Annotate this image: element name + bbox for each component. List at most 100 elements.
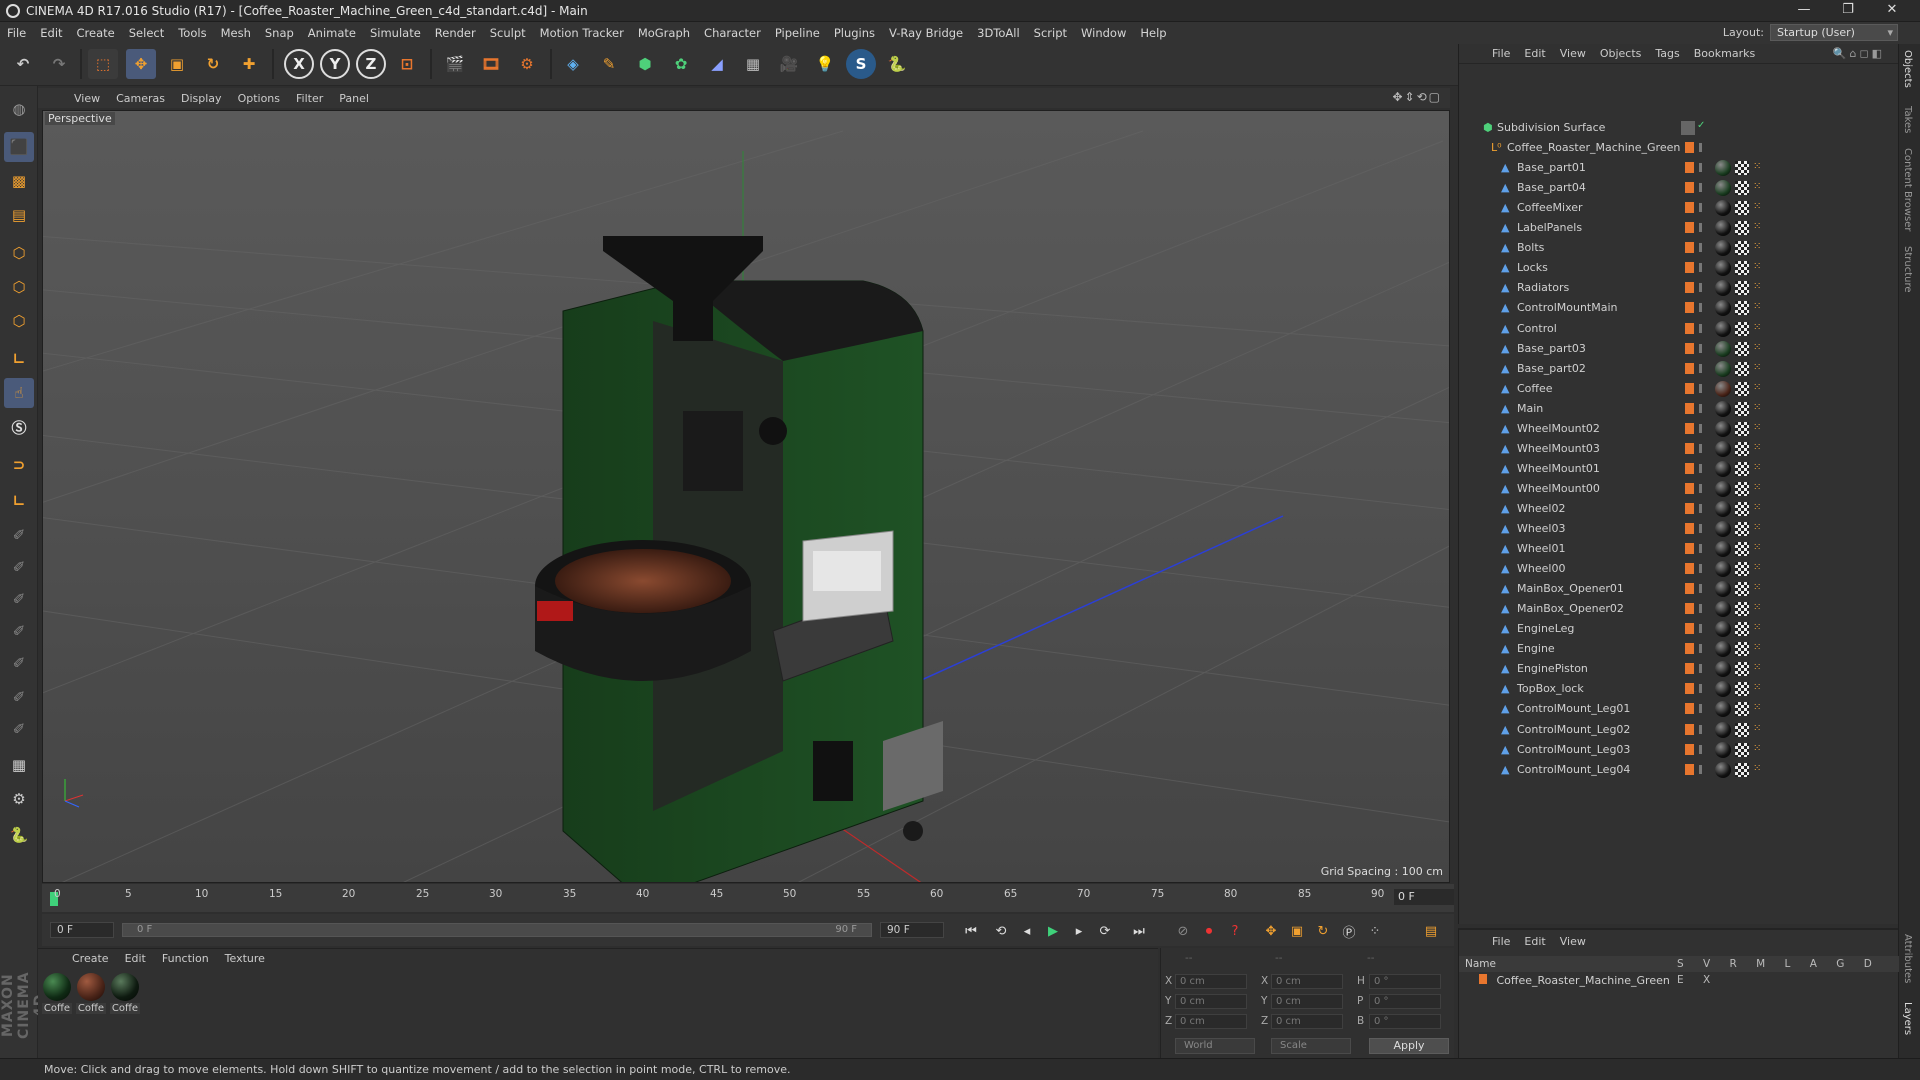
visibility-dots-icon[interactable] xyxy=(1699,263,1702,273)
viewport-menu-panel[interactable]: Panel xyxy=(331,92,377,105)
layer-row[interactable]: Coffee_Roaster_Machine_Green xyxy=(1459,972,1899,990)
material-tag-icon[interactable] xyxy=(1715,360,1731,377)
texture-mode-icon[interactable]: ▩ xyxy=(4,166,34,196)
viewport-menu-view[interactable]: View xyxy=(66,92,108,105)
object-row[interactable]: ▲ ControlMountMain ⁙ xyxy=(1459,298,1897,318)
menu-mesh[interactable]: Mesh xyxy=(214,22,258,44)
menu-3dtoall[interactable]: 3DToAll xyxy=(970,22,1027,44)
render-view-icon[interactable]: 🎬 xyxy=(440,49,470,79)
magnet-icon[interactable]: ⊃ xyxy=(4,450,34,480)
uv-tag-icon[interactable]: ⁙ xyxy=(1753,342,1763,356)
grid-lock-icon[interactable]: ▦ xyxy=(4,750,34,780)
uv-tag-icon[interactable]: ⁙ xyxy=(1753,542,1763,556)
object-row[interactable]: ▲ MainBox_Opener01 ⁙ xyxy=(1459,579,1897,599)
layers-menu-file[interactable]: File xyxy=(1485,935,1517,948)
brush-tool-icon[interactable]: ✐ xyxy=(4,520,34,550)
size-mode-dropdown[interactable]: Scale xyxy=(1271,1038,1351,1054)
menu-animate[interactable]: Animate xyxy=(301,22,363,44)
visibility-dots-icon[interactable] xyxy=(1699,644,1702,654)
object-row[interactable]: ▲ WheelMount03 ⁙ xyxy=(1459,439,1897,459)
menu-pipeline[interactable]: Pipeline xyxy=(768,22,827,44)
menu-character[interactable]: Character xyxy=(697,22,768,44)
floor-icon[interactable]: ▦ xyxy=(738,49,768,79)
object-row[interactable]: ▲ Locks ⁙ xyxy=(1459,258,1897,278)
material-tag-icon[interactable] xyxy=(1715,260,1731,277)
menu-plugins[interactable]: Plugins xyxy=(827,22,882,44)
layer-color-tag[interactable] xyxy=(1685,342,1694,354)
material-swatch[interactable]: Coffe xyxy=(76,973,106,1015)
visibility-dots-icon[interactable] xyxy=(1699,744,1702,754)
layers-menu-view[interactable]: View xyxy=(1553,935,1593,948)
viewport-menu-display[interactable]: Display xyxy=(173,92,230,105)
minimize-icon[interactable]: — xyxy=(1782,0,1826,22)
quantize-icon[interactable]: ⚙ xyxy=(4,784,34,814)
layer-color-tag[interactable] xyxy=(1685,723,1694,735)
material-tag-icon[interactable] xyxy=(1715,460,1731,477)
checker-texture-tag-icon[interactable] xyxy=(1735,481,1749,496)
object-row[interactable]: ▲ Wheel00 ⁙ xyxy=(1459,559,1897,579)
menu-render[interactable]: Render xyxy=(428,22,483,44)
objects-menu-file[interactable]: File xyxy=(1485,47,1517,60)
object-row[interactable]: ▲ WheelMount00 ⁙ xyxy=(1459,479,1897,499)
visibility-dots-icon[interactable] xyxy=(1699,624,1702,634)
layer-color-tag[interactable] xyxy=(1685,282,1694,294)
visibility-dots-icon[interactable] xyxy=(1699,443,1702,453)
material-tag-icon[interactable] xyxy=(1715,180,1731,197)
model-mode-icon[interactable]: ⬛ xyxy=(4,132,34,162)
extrude-tool-icon[interactable]: ✐ xyxy=(4,584,34,614)
layer-color-tag[interactable] xyxy=(1685,222,1694,234)
layer-color-tag[interactable] xyxy=(1685,603,1694,615)
objects-menu-view[interactable]: View xyxy=(1553,47,1593,60)
visibility-dots-icon[interactable] xyxy=(1699,423,1702,433)
layer-color-tag[interactable] xyxy=(1685,322,1694,334)
material-tag-icon[interactable] xyxy=(1715,220,1731,237)
key-pla-icon[interactable]: ⁘ xyxy=(1364,920,1386,942)
material-tag-icon[interactable] xyxy=(1715,200,1731,217)
layer-color-tag[interactable] xyxy=(1685,182,1694,194)
material-tag-icon[interactable] xyxy=(1715,701,1731,718)
object-manager-search-icons[interactable]: 🔍⌂◻◧ xyxy=(1826,47,1892,60)
python-icon[interactable]: 🐍 xyxy=(882,49,912,79)
bevel-tool-icon[interactable]: ✐ xyxy=(4,616,34,646)
object-row[interactable]: ▲ MainBox_Opener02 ⁙ xyxy=(1459,599,1897,619)
uv-tag-icon[interactable]: ⁙ xyxy=(1753,502,1763,516)
visibility-dots-icon[interactable] xyxy=(1699,724,1702,734)
uv-tag-icon[interactable]: ⁙ xyxy=(1753,482,1763,496)
checker-texture-tag-icon[interactable] xyxy=(1735,542,1749,557)
menu-mograph[interactable]: MoGraph xyxy=(631,22,697,44)
visibility-dots-icon[interactable] xyxy=(1699,564,1702,574)
size-x-field[interactable]: 0 cm xyxy=(1271,974,1343,989)
menu-script[interactable]: Script xyxy=(1027,22,1074,44)
key-position-icon[interactable]: ✥ xyxy=(1260,920,1282,942)
layer-color-tag[interactable] xyxy=(1685,482,1694,494)
undo-icon[interactable]: ↶ xyxy=(8,49,38,79)
object-row[interactable]: ▲ EnginePiston ⁙ xyxy=(1459,659,1897,679)
coordinate-mode-dropdown[interactable]: World xyxy=(1175,1038,1255,1054)
checker-texture-tag-icon[interactable] xyxy=(1735,622,1749,637)
tab-attributes[interactable]: Attributes xyxy=(1902,934,1913,983)
material-swatch[interactable]: Coffe xyxy=(42,973,72,1015)
layer-color-tag[interactable] xyxy=(1685,543,1694,555)
polygons-mode-icon[interactable]: ⬡ xyxy=(4,306,34,336)
material-menu-edit[interactable]: Edit xyxy=(117,952,154,965)
pen-spline-icon[interactable]: ✎ xyxy=(594,49,624,79)
move-tool-icon[interactable]: ✥ xyxy=(126,49,156,79)
checker-texture-tag-icon[interactable] xyxy=(1735,281,1749,296)
uv-tag-icon[interactable]: ⁙ xyxy=(1753,382,1763,396)
checker-texture-tag-icon[interactable] xyxy=(1735,161,1749,176)
layer-color-tag[interactable] xyxy=(1685,523,1694,534)
objects-menu-objects[interactable]: Objects xyxy=(1593,47,1649,60)
uv-tag-icon[interactable]: ⁙ xyxy=(1753,662,1763,676)
z-axis-lock-icon[interactable]: Z xyxy=(356,49,386,79)
material-tag-icon[interactable] xyxy=(1715,380,1731,397)
key-scale-icon[interactable]: ▣ xyxy=(1286,920,1308,942)
object-row[interactable]: ▲ ControlMount_Leg03 ⁙ xyxy=(1459,740,1897,760)
go-to-end-icon[interactable]: ⏭ xyxy=(1128,920,1150,942)
checker-texture-tag-icon[interactable] xyxy=(1735,381,1749,396)
viewport-menu-filter[interactable]: Filter xyxy=(288,92,331,105)
material-menu-texture[interactable]: Texture xyxy=(217,952,273,965)
menu-tools[interactable]: Tools xyxy=(171,22,213,44)
layout-dropdown[interactable]: Startup (User) xyxy=(1770,24,1898,41)
menu-file[interactable]: File xyxy=(0,22,33,44)
redo-icon[interactable]: ↷ xyxy=(44,49,74,79)
